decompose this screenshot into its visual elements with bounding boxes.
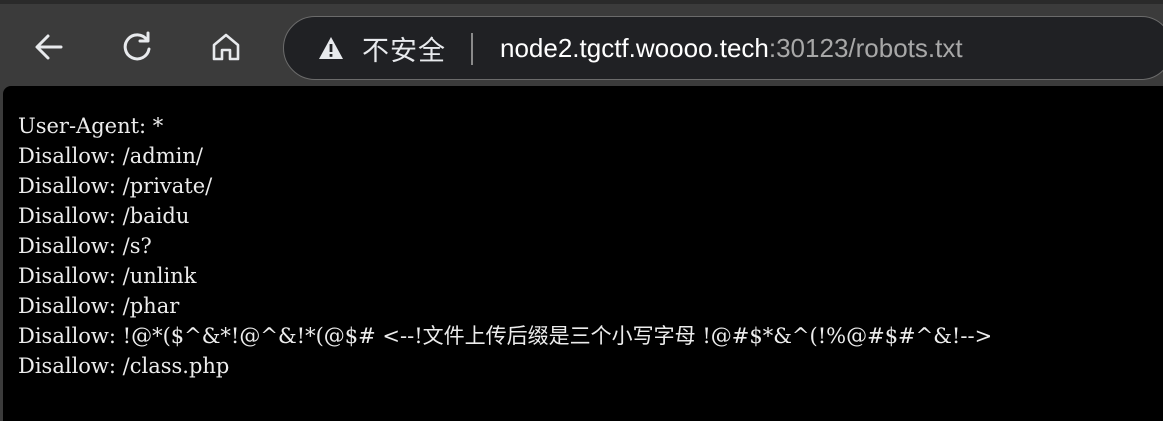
omnibox-divider [471, 33, 473, 65]
url-text[interactable]: node2.tgctf.woooo.tech:30123/robots.txt [500, 17, 963, 79]
address-bar[interactable]: 不安全 node2.tgctf.woooo.tech:30123/robots.… [283, 16, 1163, 80]
reload-icon [123, 31, 151, 61]
browser-toolbar: 不安全 node2.tgctf.woooo.tech:30123/robots.… [0, 0, 1163, 86]
site-security-indicator[interactable]: 不安全 [318, 17, 446, 79]
reload-button[interactable] [112, 22, 162, 72]
text-line: Disallow: /baidu [18, 204, 190, 228]
url-path: :30123/robots.txt [768, 33, 963, 63]
text-line: User-Agent: * [18, 114, 164, 138]
text-line: Disallow: /s? [18, 234, 152, 258]
back-button[interactable] [24, 22, 74, 72]
text-line: Disallow: /admin/ [18, 144, 203, 168]
text-line: Disallow: /private/ [18, 174, 213, 198]
text-line: Disallow: !@*($^&*!@^&!*(@$# <--!文件上传后缀是… [18, 324, 993, 348]
robots-txt-body: User-Agent: * Disallow: /admin/Disallow: … [18, 111, 992, 381]
page-content: User-Agent: * Disallow: /admin/Disallow: … [3, 86, 1163, 421]
warning-triangle-icon [319, 37, 343, 59]
url-host: node2.tgctf.woooo.tech [500, 33, 769, 63]
home-button[interactable] [201, 22, 251, 72]
arrow-left-icon [35, 34, 63, 60]
text-line: Disallow: /unlink [18, 264, 197, 288]
text-line: Disallow: /class.php [18, 354, 230, 378]
text-line: Disallow: /phar [18, 294, 180, 318]
home-icon [212, 33, 240, 61]
security-status-label: 不安全 [362, 35, 446, 67]
